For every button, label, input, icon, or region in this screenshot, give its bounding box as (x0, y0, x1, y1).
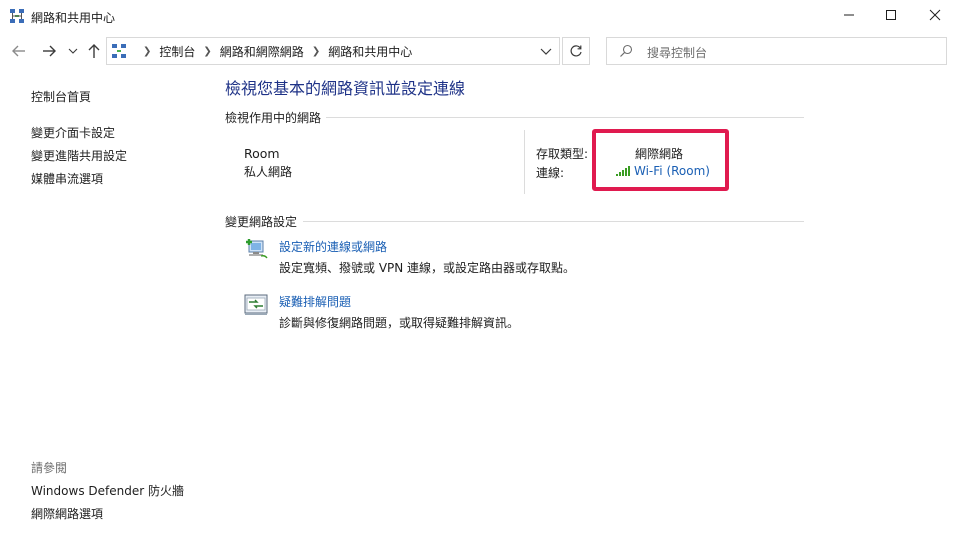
address-bar[interactable]: ❯ 控制台 ❯ 網路和網際網路 ❯ 網路和共用中心 (106, 37, 560, 65)
sidebar-item-adapter-settings[interactable]: 變更介面卡設定 (31, 124, 115, 141)
page-title: 檢視您基本的網路資訊並設定連線 (225, 79, 466, 98)
section-divider (326, 117, 804, 118)
chevron-down-icon[interactable] (539, 44, 553, 58)
connection-label: 連線: (536, 166, 565, 180)
main-content: 檢視您基本的網路資訊並設定連線 檢視作用中的網路 Room 私人網路 存取類型:… (200, 68, 960, 540)
setup-new-connection-link[interactable]: 設定新的連線或網路 (279, 238, 387, 255)
breadcrumb: ❯ 控制台 ❯ 網路和網際網路 ❯ 網路和共用中心 (135, 38, 412, 64)
new-connection-icon[interactable] (243, 237, 269, 259)
chevron-right-icon[interactable]: ❯ (143, 46, 151, 57)
sidebar-item-media-streaming[interactable]: 媒體串流選項 (31, 170, 103, 187)
network-category: 私人網路 (244, 165, 293, 179)
forward-arrow-icon[interactable] (40, 42, 58, 60)
control-panel-home-link[interactable]: 控制台首頁 (31, 88, 91, 105)
recent-locations-chevron-icon[interactable] (66, 42, 80, 60)
troubleshoot-problems-link[interactable]: 疑難排解問題 (279, 293, 351, 310)
section-divider (303, 221, 804, 222)
breadcrumb-network-internet[interactable]: 網路和網際網路 (220, 43, 304, 60)
setup-new-connection-desc: 設定寬頻、撥號或 VPN 連線，或設定路由器或存取點。 (279, 261, 576, 275)
troubleshoot-problems-desc: 診斷與修復網路問題，或取得疑難排解資訊。 (279, 316, 520, 330)
search-box[interactable]: 搜尋控制台 (606, 37, 947, 65)
breadcrumb-network-sharing-center[interactable]: 網路和共用中心 (328, 43, 412, 60)
see-also-heading: 請參閱 (31, 461, 68, 475)
close-button[interactable] (912, 0, 958, 30)
control-panel-icon (111, 43, 127, 59)
navigation-bar: ❯ 控制台 ❯ 網路和網際網路 ❯ 網路和共用中心 搜尋控制台 (0, 32, 960, 68)
active-networks-heading: 檢視作用中的網路 (225, 111, 322, 125)
windows-defender-firewall-link[interactable]: Windows Defender 防火牆 (31, 482, 184, 499)
maximize-icon (886, 10, 896, 20)
troubleshoot-icon[interactable] (243, 293, 269, 315)
refresh-button[interactable] (562, 37, 590, 65)
chevron-right-icon[interactable]: ❯ (203, 46, 211, 57)
back-arrow-icon[interactable] (10, 42, 28, 60)
network-name: Room (244, 146, 280, 161)
window-title: 網路和共用中心 (31, 11, 116, 25)
highlight-annotation-box (592, 129, 729, 191)
left-pane: 控制台首頁 變更介面卡設定 變更進階共用設定 媒體串流選項 請參閱 Window… (0, 68, 200, 540)
up-arrow-icon[interactable] (85, 42, 103, 60)
change-settings-heading: 變更網路設定 (225, 215, 298, 229)
minimize-button[interactable] (826, 0, 872, 30)
search-placeholder[interactable]: 搜尋控制台 (647, 44, 707, 61)
network-center-icon (9, 8, 25, 24)
breadcrumb-control-panel[interactable]: 控制台 (159, 43, 195, 60)
chevron-right-icon[interactable]: ❯ (312, 46, 320, 57)
maximize-button[interactable] (868, 0, 914, 30)
internet-options-link[interactable]: 網際網路選項 (31, 505, 103, 522)
search-icon (619, 44, 633, 58)
vertical-divider (524, 130, 525, 194)
access-type-label: 存取類型: (536, 147, 589, 161)
sidebar-item-advanced-sharing[interactable]: 變更進階共用設定 (31, 147, 127, 164)
refresh-icon (570, 45, 582, 57)
minimize-icon (844, 14, 854, 16)
close-icon (929, 9, 941, 21)
title-bar: 網路和共用中心 (0, 0, 960, 32)
